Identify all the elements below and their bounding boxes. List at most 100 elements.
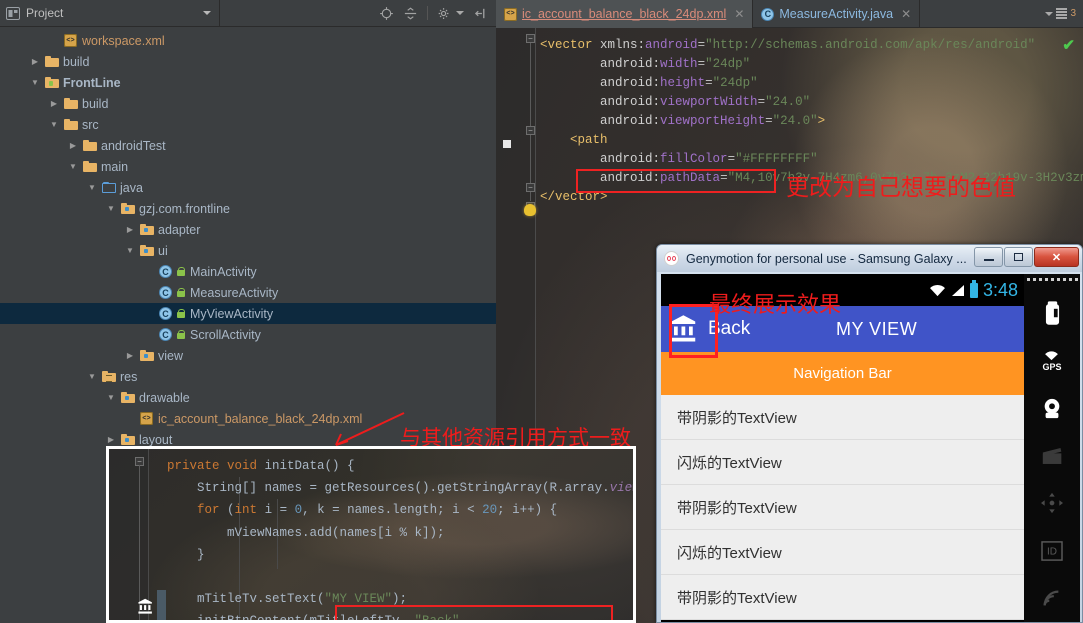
identifiers-icon[interactable]: ID <box>1041 527 1063 574</box>
snippet-code-line <box>167 566 633 588</box>
clapperboard-icon[interactable] <box>1041 432 1064 479</box>
navigation-bar: Navigation Bar <box>661 352 1024 395</box>
chevron-down-icon[interactable] <box>203 10 211 15</box>
tree-node-scrollactivity[interactable]: ▶CScrollActivity <box>0 324 496 345</box>
code-token: android <box>600 152 653 166</box>
project-view-combo[interactable]: Project <box>0 0 220 27</box>
emulator-screen[interactable]: 3:48 Back MY VIEW Navigation Bar 带阴影的Tex… <box>661 274 1024 622</box>
chevron-down-icon[interactable]: ▼ <box>84 372 100 381</box>
tree-node-gzj-com-frontline[interactable]: ▼ gzj.com.frontline <box>0 198 496 219</box>
code-token: android <box>645 38 698 52</box>
tab-ic-account-balance-xml[interactable]: ic_account_balance_black_24dp.xml ✕ <box>496 0 754 28</box>
tree-node-res[interactable]: ▼ res <box>0 366 496 387</box>
collapse-all-icon[interactable] <box>403 6 418 21</box>
battery-widget-icon[interactable] <box>1045 290 1060 337</box>
tab-measureactivity-java[interactable]: C MeasureActivity.java ✕ <box>753 0 921 28</box>
breakpoint-marker[interactable] <box>503 140 511 148</box>
intention-bulb-icon[interactable] <box>524 204 536 216</box>
chevron-down-icon[interactable]: ▼ <box>103 393 119 402</box>
camera-icon[interactable] <box>1040 385 1064 432</box>
tree-node-label: drawable <box>139 390 190 405</box>
tree-node-myviewactivity[interactable]: ▶CMyViewActivity <box>0 303 496 324</box>
settings-gear-icon[interactable] <box>437 6 452 21</box>
chevron-down-icon[interactable]: ▼ <box>65 162 81 171</box>
gps-label: GPS <box>1042 362 1062 373</box>
chevron-right-icon[interactable]: ▶ <box>103 435 119 444</box>
list-item[interactable]: 带阴影的TextView <box>661 485 1024 530</box>
code-token: viewportHeight <box>660 114 766 128</box>
close-button[interactable]: ✕ <box>1034 247 1079 267</box>
list-item[interactable]: 闪烁的TextView <box>661 440 1024 485</box>
code-token: viewportWidth <box>660 95 758 109</box>
tree-node-adapter[interactable]: ▶ adapter <box>0 219 496 240</box>
tree-node-androidtest[interactable]: ▶ androidTest <box>0 135 496 156</box>
target-locate-icon[interactable] <box>379 6 394 21</box>
list-item[interactable]: 带阴影的TextView <box>661 575 1024 620</box>
fold-marker-path-end[interactable]: − <box>526 183 535 192</box>
tree-node-src[interactable]: ▼ src <box>0 114 496 135</box>
gps-icon[interactable]: GPS <box>1042 337 1062 384</box>
list-item-label: 带阴影的TextView <box>677 589 797 607</box>
code-token: "24dp" <box>705 57 751 71</box>
tab-label: ic_account_balance_black_24dp.xml <box>522 7 727 21</box>
genymotion-titlebar[interactable]: Genymotion for personal use - Samsung Ga… <box>657 245 1082 272</box>
tree-node-label: ui <box>158 243 168 258</box>
tree-node-mainactivity[interactable]: ▶CMainActivity <box>0 261 496 282</box>
chevron-right-icon[interactable]: ▶ <box>65 141 81 150</box>
fold-marker-vector[interactable]: − <box>526 34 535 43</box>
drag-handle-dots-icon[interactable] <box>1026 278 1078 281</box>
tab-bar-overflow[interactable]: 3 <box>920 0 1083 27</box>
close-icon[interactable]: ✕ <box>734 7 744 21</box>
code-token: : <box>652 152 661 166</box>
tree-node-build[interactable]: ▶ build <box>0 93 496 114</box>
tree-node-workspace-xml[interactable]: ▶workspace.xml <box>0 30 496 51</box>
close-icon[interactable]: ✕ <box>901 7 911 21</box>
fillcolor-highlight-box <box>576 169 776 193</box>
chevron-down-icon[interactable]: ▼ <box>122 246 138 255</box>
gear-dropdown-caret-icon[interactable] <box>456 11 464 15</box>
chevron-down-icon[interactable]: ▼ <box>103 204 119 213</box>
textview-list[interactable]: 带阴影的TextView 闪烁的TextView 带阴影的TextView 闪烁的Te… <box>661 395 1024 620</box>
snippet-code-token: String[] names = getResources().getStrin… <box>167 481 610 496</box>
tree-node-measureactivity[interactable]: ▶CMeasureActivity <box>0 282 496 303</box>
snippet-code-token: 0 <box>294 503 303 518</box>
folder-icon <box>81 140 98 151</box>
code-token: android <box>600 57 653 71</box>
chevron-right-icon[interactable]: ▶ <box>27 57 43 66</box>
tree-node-drawable[interactable]: ▼ drawable <box>0 387 496 408</box>
list-item[interactable]: 带阴影的TextView <box>661 395 1024 440</box>
genymotion-sidebar[interactable]: GPS ID <box>1024 274 1080 622</box>
chevron-down-icon[interactable]: ▼ <box>27 78 43 87</box>
tree-node-main[interactable]: ▼ main <box>0 156 496 177</box>
scroll-indicator[interactable] <box>157 590 166 620</box>
chevron-right-icon[interactable]: ▶ <box>122 225 138 234</box>
minimize-button[interactable] <box>974 247 1003 267</box>
status-clock: 3:48 <box>982 279 1018 300</box>
chevron-right-icon[interactable]: ▶ <box>46 99 62 108</box>
maximize-button[interactable] <box>1004 247 1033 267</box>
fold-line <box>530 43 531 201</box>
code-token: = <box>697 57 706 71</box>
genymotion-window[interactable]: Genymotion for personal use - Samsung Ga… <box>656 244 1083 623</box>
tree-node-frontline[interactable]: ▼ FrontLine <box>0 72 496 93</box>
snippet-code-text[interactable]: private void initData() { String[] names… <box>167 455 633 620</box>
folder-icon <box>62 98 79 109</box>
fold-marker-path[interactable]: − <box>526 126 535 135</box>
package-icon <box>138 350 155 361</box>
tree-node-view[interactable]: ▶ view <box>0 345 496 366</box>
chevron-down-icon[interactable]: ▼ <box>84 183 100 192</box>
dpad-icon[interactable] <box>1039 480 1065 527</box>
network-icon[interactable] <box>1041 575 1063 622</box>
chevron-right-icon[interactable]: ▶ <box>122 351 138 360</box>
tree-node-build[interactable]: ▶ build <box>0 51 496 72</box>
genymotion-logo-icon <box>664 251 679 266</box>
tab-list-icon[interactable] <box>1056 8 1068 19</box>
chevron-down-icon[interactable]: ▼ <box>46 120 62 129</box>
chevron-down-icon[interactable] <box>1045 11 1054 16</box>
list-item[interactable]: 闪烁的TextView <box>661 530 1024 575</box>
tree-node-java[interactable]: ▼ java <box>0 177 496 198</box>
hide-panel-icon[interactable] <box>473 6 488 21</box>
tree-node-ui[interactable]: ▼ ui <box>0 240 496 261</box>
java-class-icon: C <box>761 7 775 21</box>
